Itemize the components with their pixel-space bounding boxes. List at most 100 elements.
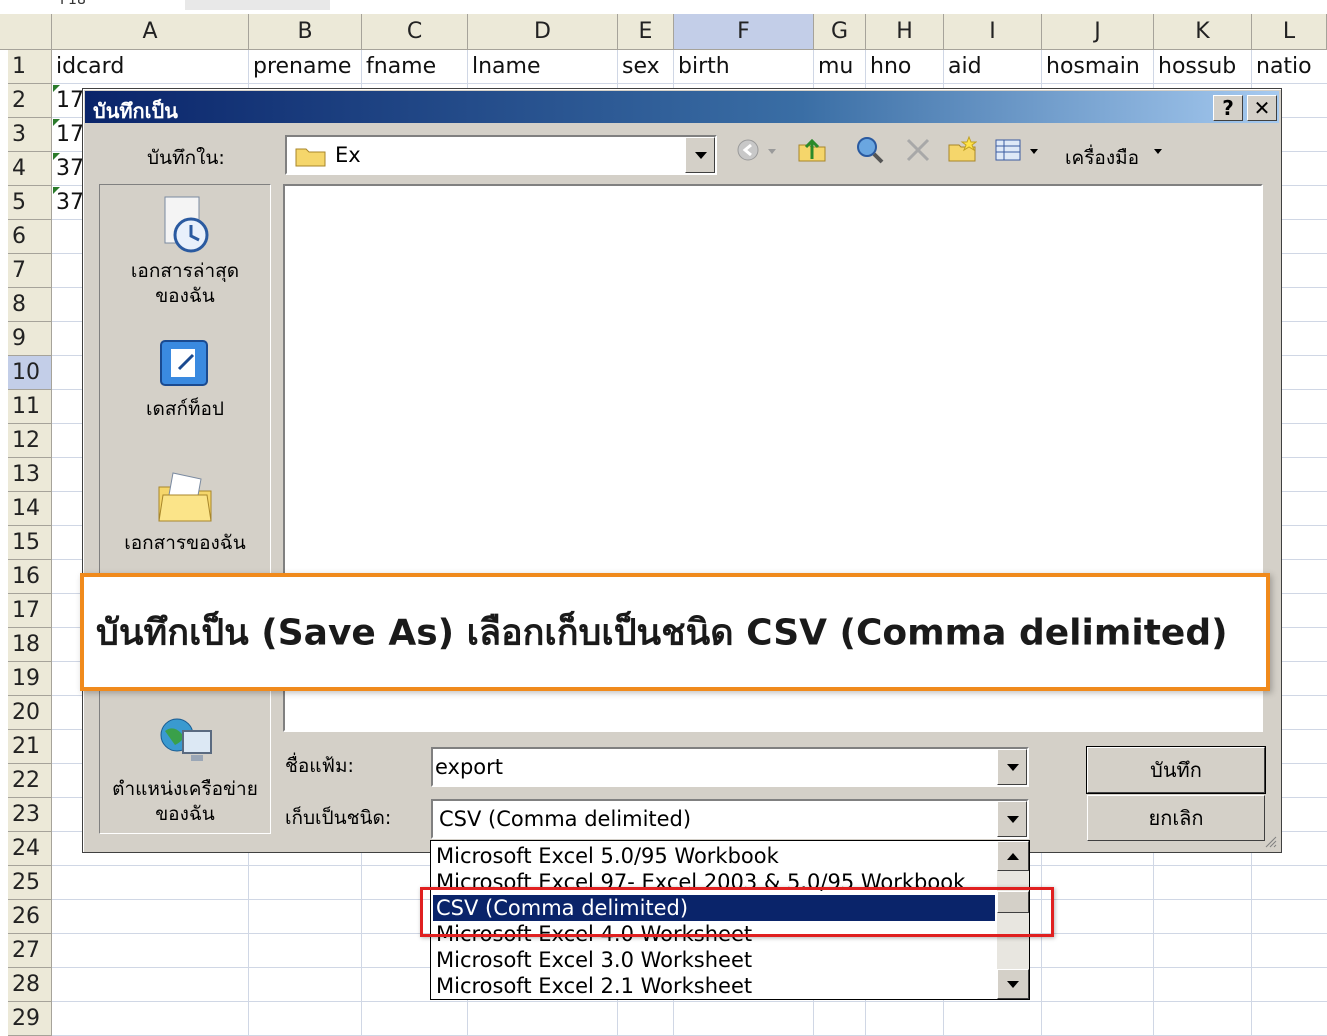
row-header[interactable]: 6: [8, 220, 52, 254]
cell-h1[interactable]: hno: [866, 50, 944, 84]
column-header-d[interactable]: D: [468, 14, 618, 50]
row-header[interactable]: 28: [8, 968, 52, 1002]
row-header[interactable]: 4: [8, 152, 52, 186]
search-web-icon[interactable]: [855, 135, 885, 165]
cell-l1[interactable]: natio: [1252, 50, 1327, 84]
tools-dropdown-icon[interactable]: [1151, 135, 1165, 165]
cell-f1[interactable]: birth: [674, 50, 814, 84]
row-header[interactable]: 12: [8, 424, 52, 458]
close-button[interactable]: ✕: [1247, 95, 1277, 121]
place-label: ตำแหน่งเครือข่าย ของฉัน: [112, 778, 258, 825]
row-header[interactable]: 19: [8, 662, 52, 696]
place-network[interactable]: ตำแหน่งเครือข่าย ของฉัน: [100, 715, 270, 827]
views-icon[interactable]: [993, 135, 1023, 165]
column-header-a[interactable]: A: [52, 14, 249, 50]
row-header[interactable]: 18: [8, 628, 52, 662]
row-header[interactable]: 3: [8, 118, 52, 152]
column-header-g[interactable]: G: [814, 14, 866, 50]
column-header-i[interactable]: I: [944, 14, 1042, 50]
save-in-dropdown-button[interactable]: [685, 137, 715, 173]
formula-input[interactable]: [185, 0, 330, 10]
column-header-c[interactable]: C: [362, 14, 468, 50]
row-header[interactable]: 2: [8, 84, 52, 118]
place-label: เอกสารล่าสุด ของฉัน: [130, 260, 240, 307]
row-header[interactable]: 13: [8, 458, 52, 492]
row-header[interactable]: 1: [8, 50, 52, 84]
cell-e1[interactable]: sex: [618, 50, 674, 84]
row-header[interactable]: 25: [8, 866, 52, 900]
error-indicator: [53, 153, 60, 160]
filename-label: ชื่อแฟ้ม:: [285, 755, 354, 777]
resize-grip-icon[interactable]: [1263, 834, 1277, 848]
cell-i1[interactable]: aid: [944, 50, 1042, 84]
place-desktop[interactable]: เดสก์ท็อป: [100, 335, 270, 422]
filetype-option[interactable]: Microsoft Excel 3.0 Worksheet: [433, 947, 995, 973]
scroll-down-button[interactable]: [997, 969, 1029, 999]
row-header[interactable]: 22: [8, 764, 52, 798]
cell-k1[interactable]: hossub: [1154, 50, 1252, 84]
filetype-option[interactable]: Microsoft Excel 2.1 Worksheet: [433, 973, 995, 999]
row-header[interactable]: 16: [8, 560, 52, 594]
row-header[interactable]: 11: [8, 390, 52, 424]
scroll-up-button[interactable]: [997, 841, 1029, 871]
cell-a1[interactable]: idcard: [52, 50, 249, 84]
filename-input[interactable]: export: [431, 747, 1029, 787]
dialog-title-bar[interactable]: บันทึกเป็น ? ✕: [85, 91, 1279, 123]
filetype-select[interactable]: CSV (Comma delimited): [431, 799, 1029, 839]
row-header[interactable]: 10: [8, 356, 52, 390]
row-header[interactable]: 15: [8, 526, 52, 560]
filetype-value: CSV (Comma delimited): [439, 807, 692, 831]
column-header-f[interactable]: F: [674, 14, 814, 50]
cell-c1[interactable]: fname: [362, 50, 468, 84]
place-my-documents[interactable]: เอกสารของฉัน: [100, 465, 270, 556]
row-header[interactable]: 17: [8, 594, 52, 628]
dialog-title: บันทึกเป็น: [93, 99, 178, 123]
row-header[interactable]: 21: [8, 730, 52, 764]
help-button[interactable]: ?: [1213, 95, 1243, 121]
highlight-box: [420, 887, 1054, 937]
row-header[interactable]: 24: [8, 832, 52, 866]
delete-icon[interactable]: [903, 135, 933, 165]
row-header[interactable]: 29: [8, 1002, 52, 1036]
cell-d1[interactable]: lname: [468, 50, 618, 84]
cancel-button[interactable]: ยกเลิก: [1087, 795, 1265, 841]
filename-dropdown-button[interactable]: [997, 749, 1027, 785]
save-button[interactable]: บันทึก: [1086, 746, 1266, 794]
column-header-j[interactable]: J: [1042, 14, 1154, 50]
row-header[interactable]: 5: [8, 186, 52, 220]
column-header-e[interactable]: E: [618, 14, 674, 50]
error-indicator: [53, 187, 60, 194]
cell-j1[interactable]: hosmain: [1042, 50, 1154, 84]
place-label: เอกสารของฉัน: [124, 532, 246, 554]
column-header-l[interactable]: L: [1252, 14, 1327, 50]
back-dropdown-icon[interactable]: [765, 135, 779, 165]
filetype-dropdown-button[interactable]: [997, 801, 1027, 837]
cell-b1[interactable]: prename: [249, 50, 362, 84]
select-all-corner[interactable]: [0, 14, 52, 50]
network-places-icon: [160, 718, 212, 761]
row-header[interactable]: 7: [8, 254, 52, 288]
save-in-combo[interactable]: Ex: [285, 135, 717, 175]
column-header-h[interactable]: H: [866, 14, 944, 50]
row-header[interactable]: 20: [8, 696, 52, 730]
back-icon[interactable]: [733, 135, 763, 165]
save-in-value: Ex: [335, 143, 361, 167]
up-one-level-icon[interactable]: [797, 135, 827, 165]
row-header[interactable]: 23: [8, 798, 52, 832]
row-header[interactable]: 27: [8, 934, 52, 968]
filetype-label: เก็บเป็นชนิด:: [285, 807, 392, 829]
tools-menu[interactable]: เครื่องมือ: [1065, 143, 1139, 173]
desktop-icon: [160, 340, 208, 386]
place-recent-documents[interactable]: เอกสารล่าสุด ของฉัน: [100, 193, 270, 309]
cell-g1[interactable]: mu: [814, 50, 866, 84]
name-box[interactable]: F18: [60, 0, 86, 8]
row-header[interactable]: 9: [8, 322, 52, 356]
column-header-b[interactable]: B: [249, 14, 362, 50]
row-header[interactable]: 8: [8, 288, 52, 322]
row-header[interactable]: 26: [8, 900, 52, 934]
views-dropdown-icon[interactable]: [1027, 135, 1041, 165]
new-folder-icon[interactable]: [947, 135, 977, 165]
row-header[interactable]: 14: [8, 492, 52, 526]
column-header-k[interactable]: K: [1154, 14, 1252, 50]
filetype-option[interactable]: Microsoft Excel 5.0/95 Workbook: [433, 843, 995, 869]
